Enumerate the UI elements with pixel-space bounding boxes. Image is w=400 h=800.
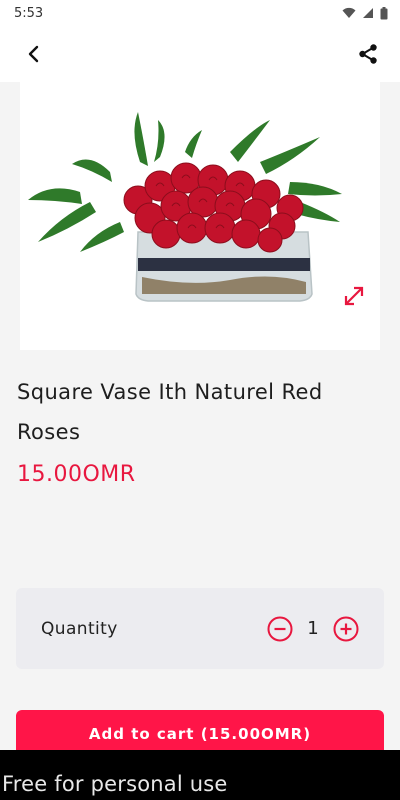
share-icon xyxy=(359,44,377,64)
wifi-icon xyxy=(342,7,356,18)
product-photo xyxy=(28,112,342,302)
product-price: 15.00OMR xyxy=(17,462,136,487)
quantity-value: 1 xyxy=(307,618,319,639)
back-arrow-icon xyxy=(28,45,39,63)
quantity-card: Quantity 1 xyxy=(16,588,384,669)
share-button[interactable] xyxy=(354,40,382,68)
status-time: 5:53 xyxy=(14,5,44,21)
minus-circle-icon[interactable] xyxy=(267,616,293,642)
signal-icon xyxy=(363,8,373,18)
product-title: Square Vase Ith Naturel Red Roses xyxy=(17,380,323,444)
product-image[interactable] xyxy=(20,82,380,350)
quantity-stepper: 1 xyxy=(267,616,359,642)
watermark-text: Free for personal use xyxy=(2,772,228,796)
battery-icon xyxy=(380,6,388,19)
status-bar: 5:53 xyxy=(0,0,400,26)
back-button[interactable] xyxy=(20,40,48,68)
expand-icon[interactable] xyxy=(342,284,366,308)
app-bar xyxy=(0,26,400,82)
status-icons xyxy=(342,6,388,20)
quantity-label: Quantity xyxy=(41,618,118,639)
product-detail-screen: 5:53 Square Vase Ith Naturel Red Roses 1… xyxy=(0,0,400,800)
plus-circle-icon[interactable] xyxy=(333,616,359,642)
